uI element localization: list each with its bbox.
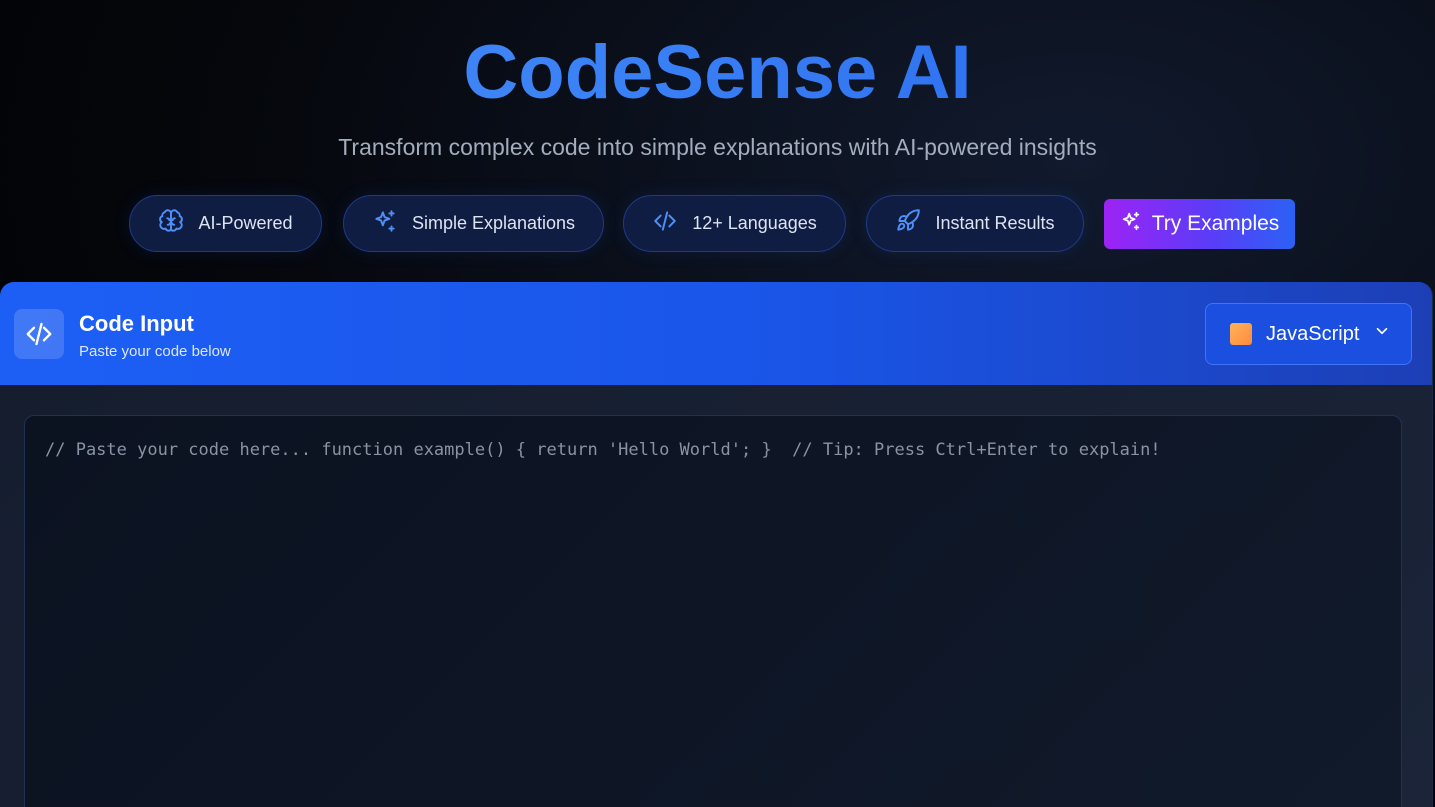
code-editor-input[interactable]	[24, 415, 1402, 807]
feature-pill-languages: 12+ Languages	[623, 195, 846, 252]
feature-pill-label: Simple Explanations	[411, 213, 576, 233]
code-icon	[14, 309, 64, 359]
feature-pill-ai-powered: AI-Powered	[129, 195, 322, 252]
feature-pills: AI-Powered Simple Explanations 12+ Langu…	[0, 195, 1435, 252]
try-examples-button[interactable]: Try Examples	[1104, 199, 1295, 249]
chevron-down-icon	[1373, 322, 1391, 346]
try-examples-label: Try Examples	[1151, 212, 1280, 235]
app-title: CodeSense AI	[0, 28, 1435, 118]
code-input-header: Code Input Paste your code below JavaScr…	[0, 282, 1432, 385]
javascript-badge-icon	[1230, 323, 1252, 345]
sparkles-icon	[1120, 210, 1142, 238]
brain-icon	[158, 208, 184, 239]
feature-pill-label: AI-Powered	[198, 213, 293, 233]
sparkles-icon	[372, 208, 398, 239]
feature-pill-simple-explanations: Simple Explanations	[343, 195, 604, 252]
code-input-panel: Code Input Paste your code below JavaScr…	[0, 282, 1433, 807]
rocket-icon	[895, 208, 921, 239]
feature-pill-instant-results: Instant Results	[866, 195, 1084, 252]
app-subtitle: Transform complex code into simple expla…	[338, 134, 1097, 160]
language-select[interactable]: JavaScript	[1205, 303, 1412, 365]
panel-title: Code Input	[79, 311, 194, 336]
code-icon	[652, 208, 678, 239]
panel-subtitle: Paste your code below	[79, 343, 231, 360]
feature-pill-label: 12+ Languages	[692, 213, 817, 233]
code-input-body	[0, 385, 1432, 807]
language-select-value: JavaScript	[1266, 322, 1360, 345]
feature-pill-label: Instant Results	[935, 213, 1055, 233]
